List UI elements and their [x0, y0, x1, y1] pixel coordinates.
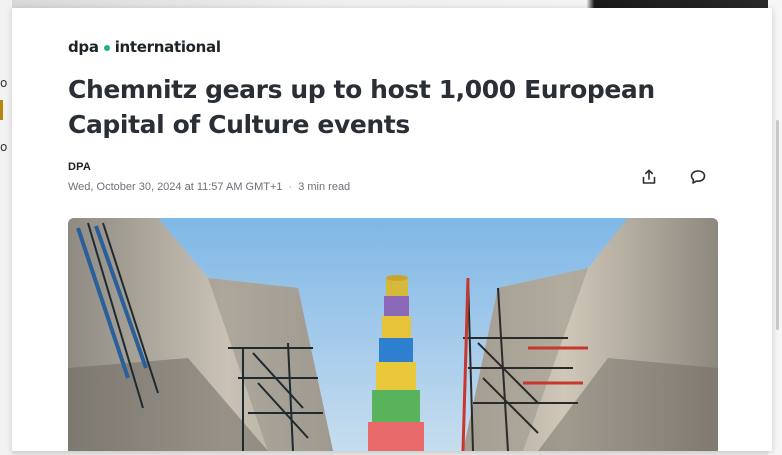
background-bar [0, 100, 3, 120]
brand-name-left: dpa [68, 38, 99, 56]
background-glyph: o [0, 76, 8, 90]
brand-dot [103, 45, 110, 51]
comment-icon [689, 168, 707, 191]
scrollbar[interactable] [776, 120, 779, 330]
article-author[interactable]: DPA [68, 161, 91, 173]
read-time: 3 min read [298, 181, 351, 193]
publisher-logo[interactable]: dpa international [68, 38, 221, 56]
hero-photo [68, 218, 718, 451]
brand-name-right: international [114, 38, 221, 56]
background-glyph: o [0, 140, 8, 154]
meta-separator: · [288, 181, 293, 193]
hero-image[interactable] [68, 218, 718, 451]
publish-date: Wed, October 30, 2024 at 11:57 AM GMT+1 [68, 181, 283, 193]
comment-button[interactable] [685, 166, 711, 192]
share-icon [640, 168, 658, 191]
share-button[interactable] [636, 166, 662, 192]
background-window-left: o o [0, 0, 12, 455]
article-headline: Chemnitz gears up to host 1,000 European… [68, 75, 655, 139]
article-card: dpa international Chemnitz gears up to h… [12, 8, 772, 451]
article-meta: Wed, October 30, 2024 at 11:57 AM GMT+1 ·… [68, 181, 350, 193]
